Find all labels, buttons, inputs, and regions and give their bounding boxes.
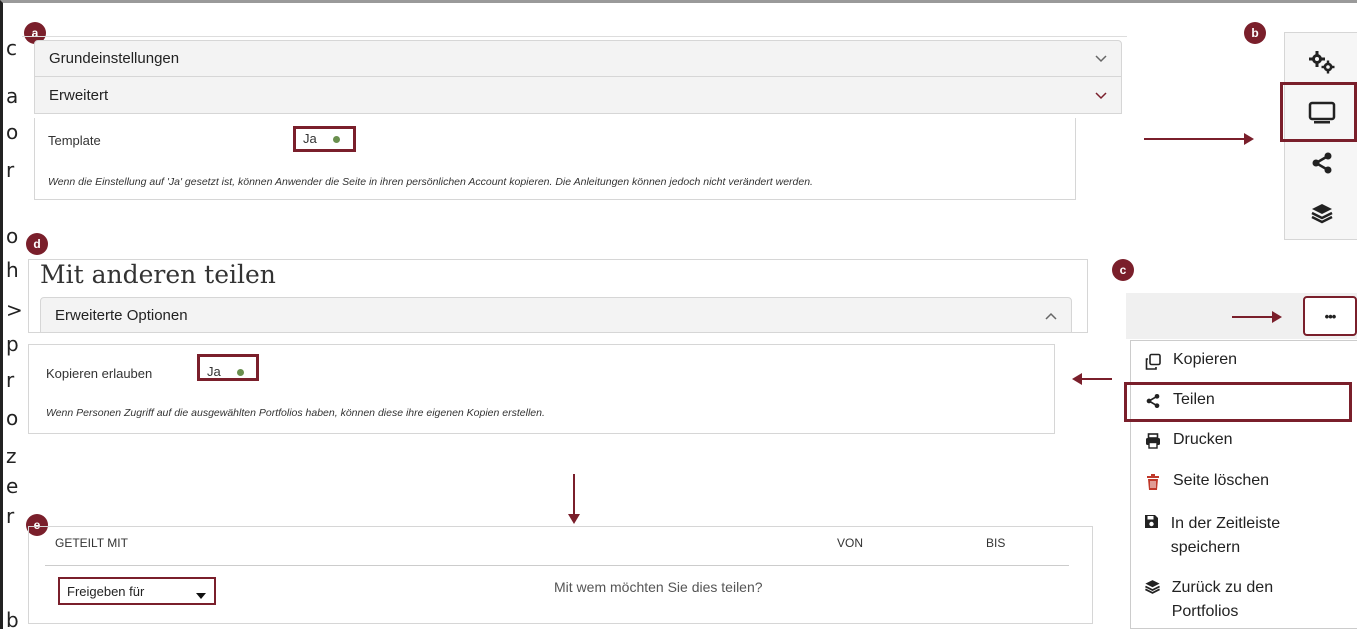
section-title: Mit anderen teilen bbox=[40, 260, 276, 289]
divider bbox=[22, 36, 1127, 37]
col-header-shared: GETEILT MIT bbox=[55, 536, 128, 550]
clipped-char: a bbox=[6, 84, 19, 108]
chevron-down-icon bbox=[1095, 88, 1107, 103]
clipped-char: o bbox=[6, 120, 19, 144]
clipped-char: b bbox=[6, 608, 19, 632]
menu-item-label: In der Zeitleiste speichern bbox=[1170, 515, 1281, 556]
menu-item-label: Seite löschen bbox=[1173, 472, 1270, 489]
clipped-char: z bbox=[6, 444, 17, 468]
badge-b: b bbox=[1244, 22, 1266, 44]
caret-down-icon bbox=[196, 587, 206, 602]
clipped-char: o bbox=[6, 224, 19, 248]
arrow-right bbox=[1144, 133, 1254, 145]
template-setting: Template Ja Wenn die Einstellung auf 'Ja… bbox=[34, 118, 1076, 200]
panel-erweiterte-optionen[interactable]: Erweiterte Optionen bbox=[40, 297, 1072, 333]
clipped-char: e bbox=[6, 474, 19, 498]
divider bbox=[45, 565, 1069, 566]
clipped-char: r bbox=[6, 504, 15, 528]
menu-item-seite-loeschen[interactable]: Seite löschen bbox=[1143, 472, 1269, 490]
copy-label: Kopieren erlauben bbox=[46, 366, 153, 381]
menu-item-zurueck[interactable]: Zurück zu den Portfolios bbox=[1143, 576, 1333, 624]
clipped-char: c bbox=[6, 36, 17, 60]
menu-item-label: Kopieren bbox=[1173, 351, 1238, 368]
template-hint: Wenn die Einstellung auf 'Ja' gesetzt is… bbox=[48, 176, 813, 188]
highlight-box bbox=[197, 354, 259, 381]
panel-erweitert[interactable]: Erweitert bbox=[34, 76, 1122, 114]
print-icon bbox=[1143, 431, 1163, 449]
layers-icon[interactable] bbox=[1285, 188, 1357, 238]
menu-item-zeitleiste[interactable]: In der Zeitleiste speichern bbox=[1143, 512, 1333, 560]
layers-icon bbox=[1143, 576, 1162, 595]
share-with-select[interactable]: Freigeben für bbox=[58, 577, 216, 605]
template-label: Template bbox=[48, 133, 101, 148]
panel-grundeinstellungen[interactable]: Grundeinstellungen bbox=[34, 40, 1122, 77]
share-icon[interactable] bbox=[1285, 138, 1357, 188]
save-icon bbox=[1143, 512, 1161, 529]
badge-c: c bbox=[1112, 259, 1134, 281]
highlight-box bbox=[1280, 82, 1357, 142]
arrow-left bbox=[1072, 373, 1112, 385]
copy-hint: Wenn Personen Zugriff auf die ausgewählt… bbox=[46, 407, 545, 419]
clipped-char: > bbox=[6, 298, 23, 322]
highlight-box bbox=[293, 126, 356, 152]
highlight-box bbox=[1124, 382, 1352, 422]
menu-item-label: Zurück zu den Portfolios bbox=[1171, 579, 1274, 620]
arrow-down bbox=[568, 474, 580, 524]
menu-item-label: Drucken bbox=[1173, 431, 1233, 448]
clipped-char: r bbox=[6, 158, 15, 182]
chevron-up-icon bbox=[1045, 308, 1057, 323]
menu-item-kopieren[interactable]: Kopieren bbox=[1143, 351, 1237, 371]
clipped-char: h bbox=[6, 258, 19, 282]
more-options-button[interactable]: ••• bbox=[1303, 296, 1357, 336]
chevron-down-icon bbox=[1095, 51, 1107, 66]
arrow-right bbox=[1232, 311, 1282, 323]
share-prompt: Mit wem möchten Sie dies teilen? bbox=[554, 579, 763, 595]
share-table: GETEILT MIT VON BIS Mit wem möchten Sie … bbox=[28, 526, 1093, 624]
copy-icon bbox=[1143, 351, 1163, 371]
menu-item-drucken[interactable]: Drucken bbox=[1143, 431, 1233, 449]
clipped-char: o bbox=[6, 406, 19, 430]
panel-label: Grundeinstellungen bbox=[49, 50, 180, 67]
copy-setting: Kopieren erlauben Ja Wenn Personen Zugri… bbox=[28, 344, 1055, 434]
col-header-from: VON bbox=[837, 536, 864, 550]
panel-label: Erweitert bbox=[49, 86, 109, 104]
select-value: Freigeben für bbox=[67, 583, 145, 599]
clipped-char: p bbox=[6, 332, 19, 356]
panel-label: Erweiterte Optionen bbox=[55, 306, 188, 324]
settings-gears-icon[interactable] bbox=[1285, 37, 1357, 87]
badge-d: d bbox=[26, 233, 48, 255]
trash-icon bbox=[1143, 472, 1163, 490]
clipped-char: r bbox=[6, 368, 15, 392]
col-header-to: BIS bbox=[986, 536, 1006, 550]
